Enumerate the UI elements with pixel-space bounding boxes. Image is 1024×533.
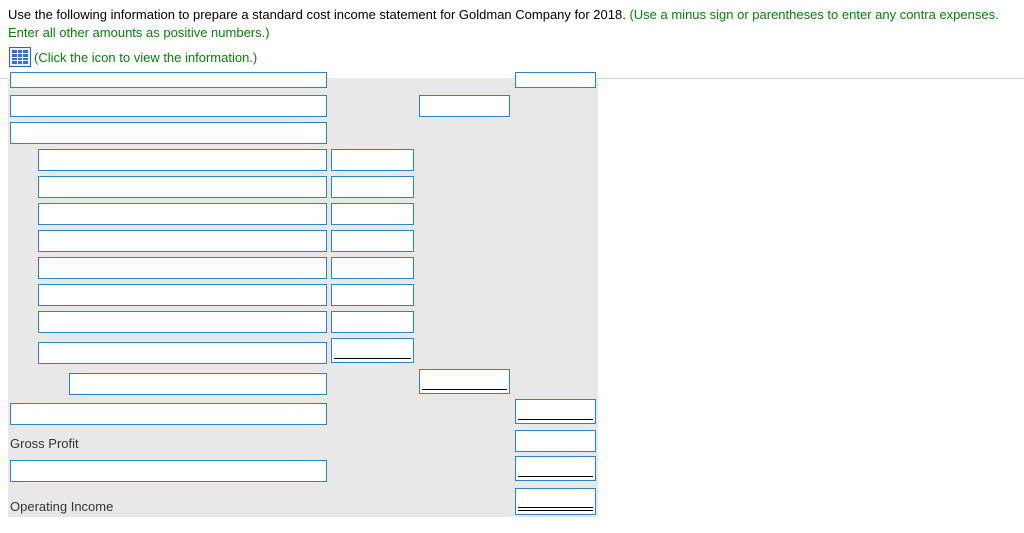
total-amount-input[interactable] [515,456,596,481]
cogs-label-input[interactable] [38,176,327,198]
cogs-amount-input[interactable] [331,176,414,198]
total-amount-input[interactable] [515,399,596,424]
cogs-label-input[interactable] [38,230,327,252]
instructions: Use the following information to prepare… [8,6,1020,41]
statement-label-input[interactable] [10,72,327,88]
total-amount-input[interactable] [515,72,596,88]
statement-label-input[interactable] [10,460,327,482]
cogs-label-input[interactable] [38,149,327,171]
cogs-label-input[interactable] [38,311,327,333]
operating-income-label: Operating Income [10,499,114,514]
operating-income-amount-input[interactable] [515,488,596,515]
cogs-amount-input[interactable] [331,203,414,225]
cogs-label-input[interactable] [38,342,327,364]
statement-label-input[interactable] [10,122,327,144]
gross-profit-label: Gross Profit [10,436,79,451]
cogs-amount-input[interactable] [331,338,414,363]
cogs-amount-input[interactable] [331,257,414,279]
cogs-label-input[interactable] [38,284,327,306]
cogs-label-input[interactable] [38,257,327,279]
statement-label-input[interactable] [10,403,327,425]
cogs-total-label-input[interactable] [69,373,327,395]
cogs-label-input[interactable] [38,203,327,225]
statement-label-input[interactable] [10,95,327,117]
instructions-main: Use the following information to prepare… [8,7,626,22]
cogs-amount-input[interactable] [331,284,414,306]
subtotal-amount-input[interactable] [419,95,510,117]
gross-profit-amount-input[interactable] [515,430,596,452]
cogs-amount-input[interactable] [331,149,414,171]
cogs-amount-input[interactable] [331,311,414,333]
cogs-total-amount-input[interactable] [419,369,510,394]
info-link-text[interactable]: (Click the icon to view the information.… [34,50,257,65]
table-icon[interactable] [9,47,31,67]
info-link[interactable]: (Click the icon to view the information.… [9,46,257,68]
cogs-amount-input[interactable] [331,230,414,252]
